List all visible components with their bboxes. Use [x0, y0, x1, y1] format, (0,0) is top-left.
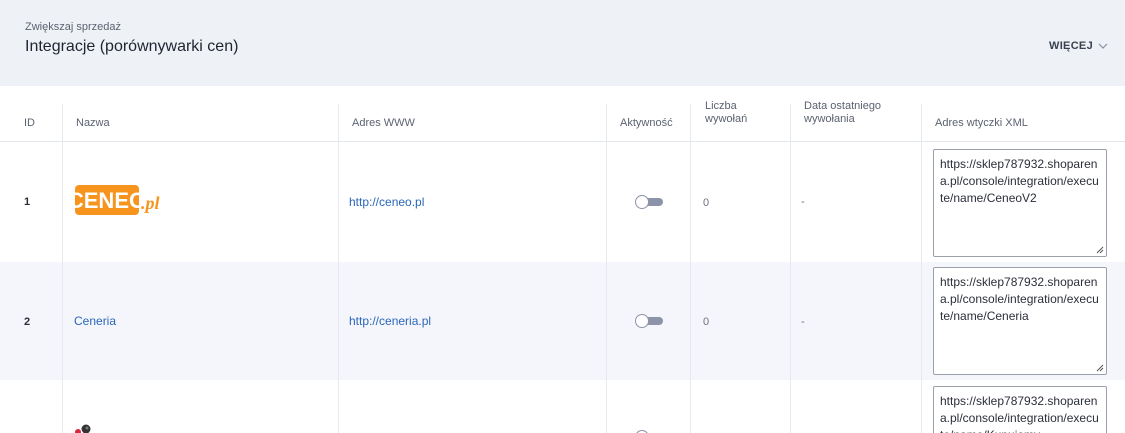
column-header-www[interactable]: Adres WWW [352, 117, 415, 130]
row-divider [921, 142, 922, 262]
column-header-last-call[interactable]: Data ostatniego wywołania [804, 100, 881, 126]
calls-count: 0 [703, 197, 710, 209]
column-header-name[interactable]: Nazwa [76, 117, 110, 130]
row-divider [790, 380, 791, 433]
xml-address-text: https://sklep787932.shoparena.pl/console… [940, 394, 1099, 433]
activity-toggle[interactable] [635, 314, 663, 328]
row-divider [338, 380, 339, 433]
page-title: Integracje (porównywarki cen) [25, 38, 239, 55]
row-divider [921, 262, 922, 380]
column-header-last-call-line1: Data ostatniego [804, 100, 882, 112]
ceneo-logo-suffix: .pl [141, 193, 160, 213]
column-divider [606, 104, 607, 142]
table-header [0, 86, 1125, 142]
breadcrumb[interactable]: Zwiększaj sprzedaż [25, 21, 121, 33]
partner-logo-icon[interactable] [74, 422, 96, 433]
table-row: 2 Ceneria http://ceneria.pl 0 - https://… [0, 262, 1125, 380]
row-divider [62, 380, 63, 433]
column-divider [338, 104, 339, 142]
www-link[interactable]: http://ceneo.pl [349, 195, 424, 209]
row-divider [62, 142, 63, 262]
chevron-down-icon [1098, 43, 1108, 49]
row-divider [606, 142, 607, 262]
resize-grip-icon[interactable] [1096, 246, 1104, 254]
integration-name-link[interactable]: Ceneria [74, 314, 116, 328]
more-label: WIĘCEJ [1049, 40, 1093, 52]
row-divider [62, 262, 63, 380]
row-divider [790, 142, 791, 262]
row-divider [690, 142, 691, 262]
more-menu-button[interactable]: WIĘCEJ [1049, 40, 1108, 52]
www-link[interactable]: http://ceneria.pl [349, 314, 431, 328]
page-header: Zwiększaj sprzedaż Integracje (porównywa… [0, 0, 1125, 86]
row-divider [606, 262, 607, 380]
row-divider [338, 262, 339, 380]
row-id: 1 [24, 196, 31, 208]
row-id: 2 [24, 316, 31, 328]
column-header-calls-line2: wywołań [705, 113, 748, 125]
table-row: https://sklep787932.shoparena.pl/console… [0, 380, 1125, 433]
column-header-last-call-line2: wywołania [804, 113, 855, 125]
activity-toggle[interactable] [635, 195, 663, 209]
column-header-id[interactable]: ID [24, 117, 35, 130]
row-divider [790, 262, 791, 380]
column-divider [690, 104, 691, 142]
resize-grip-icon[interactable] [1096, 364, 1104, 372]
row-divider [690, 262, 691, 380]
toggle-knob [635, 195, 649, 209]
column-divider [921, 104, 922, 142]
ceneo-logo[interactable]: CENEO .pl [75, 183, 175, 217]
table-row: 1 CENEO .pl http://ceneo.pl 0 - https://… [0, 142, 1125, 262]
xml-address-textarea[interactable]: https://sklep787932.shoparena.pl/console… [933, 149, 1107, 257]
last-call-date: - [801, 196, 805, 208]
xml-address-textarea[interactable]: https://sklep787932.shoparena.pl/console… [933, 386, 1107, 433]
column-divider [790, 104, 791, 142]
column-header-active[interactable]: Aktywność [620, 117, 673, 130]
integrations-page: Zwiększaj sprzedaż Integracje (porównywa… [0, 0, 1125, 433]
column-header-calls[interactable]: Liczba wywołań [705, 100, 747, 126]
row-divider [690, 380, 691, 433]
column-header-xml[interactable]: Adres wtyczki XML [935, 117, 1028, 130]
xml-address-text: https://sklep787932.shoparena.pl/console… [940, 275, 1099, 323]
toggle-knob [635, 314, 649, 328]
column-divider [62, 104, 63, 142]
xml-address-textarea[interactable]: https://sklep787932.shoparena.pl/console… [933, 267, 1107, 375]
xml-address-text: https://sklep787932.shoparena.pl/console… [940, 157, 1099, 205]
row-divider [921, 380, 922, 433]
row-divider [338, 142, 339, 262]
calls-count: 0 [703, 316, 710, 328]
column-header-calls-line1: Liczba [705, 100, 737, 112]
row-divider [606, 380, 607, 433]
ceneo-logo-text: CENEO [75, 188, 146, 213]
last-call-date: - [801, 316, 805, 328]
